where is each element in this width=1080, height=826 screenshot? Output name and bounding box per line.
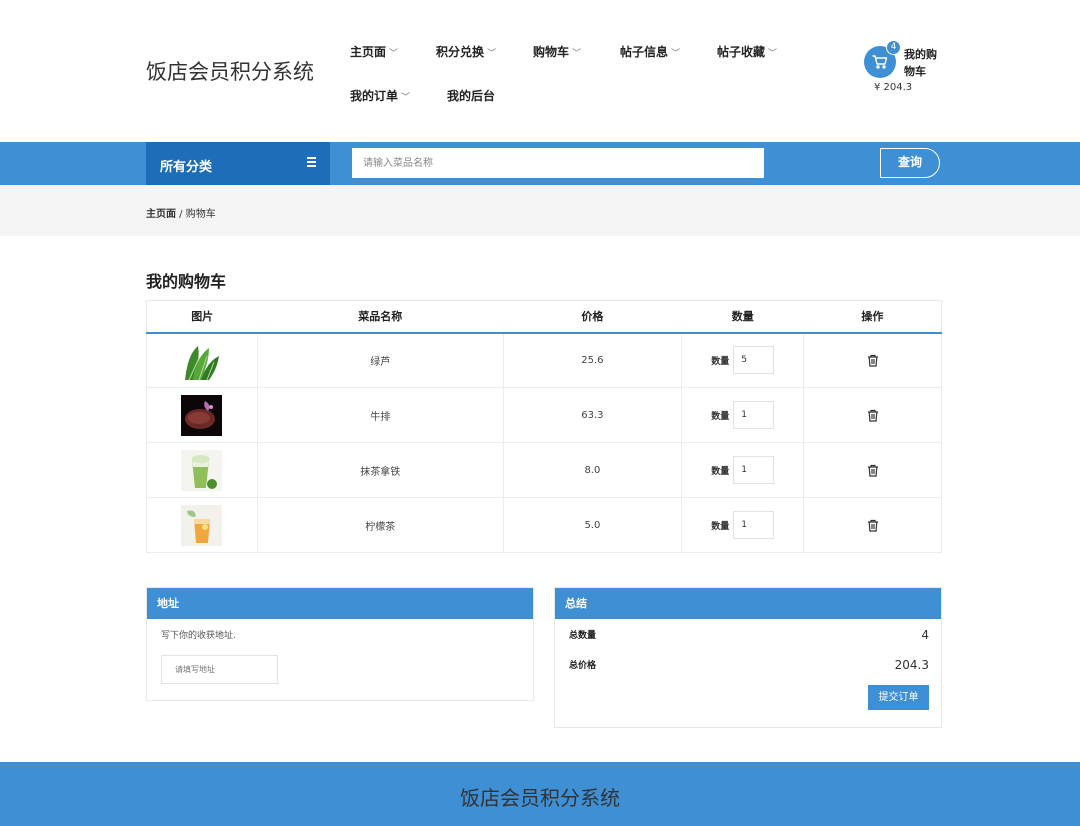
nav-label: 帖子信息 [620, 45, 669, 59]
breadcrumb-separator: / [176, 209, 186, 220]
item-name: 绿芦 [256, 332, 504, 388]
quantity-cell: 数量 [681, 332, 805, 388]
nav-item-home[interactable]: 主页面 ﹀ [350, 43, 398, 60]
nav-label: 主页面 [350, 45, 387, 59]
matcha-latte-image [181, 449, 223, 491]
table-row: 柠檬茶 5.0 数量 [146, 497, 942, 553]
column-header-price: 价格 [503, 300, 682, 334]
nav-label: 购物车 [533, 45, 570, 59]
nav-item-my-orders[interactable]: 我的订单 ﹀ [350, 87, 410, 104]
table-row: 抹茶拿铁 8.0 数量 [146, 442, 942, 498]
trash-icon[interactable] [867, 519, 879, 532]
table-row: 牛排 63.3 数量 [146, 387, 942, 443]
action-cell [803, 442, 942, 498]
nav-item-posts[interactable]: 帖子信息 ﹀ [620, 43, 680, 60]
chevron-down-icon: ﹀ [572, 49, 582, 59]
item-name: 柠檬茶 [256, 497, 504, 553]
trash-icon[interactable] [867, 464, 879, 477]
breadcrumb: 主页面 / 购物车 [146, 205, 216, 220]
chevron-down-icon: ﹀ [768, 49, 778, 59]
summary-panel-title: 总结 [555, 588, 941, 619]
column-header-quantity: 数量 [681, 300, 804, 334]
submit-order-button[interactable]: 提交订单 [868, 685, 929, 710]
cart-table: 图片 菜品名称 价格 数量 操作 绿芦 25.6 数量5 牛排 63.3 数量1… [146, 300, 942, 553]
nav-item-cart[interactable]: 购物车 ﹀ [533, 43, 581, 60]
column-header-image: 图片 [146, 300, 258, 334]
breadcrumb-home-link[interactable]: 主页面 [146, 209, 176, 220]
quantity-input[interactable] [733, 401, 775, 429]
chevron-down-icon: ﹀ [389, 49, 399, 59]
quantity-cell: 数量 [681, 497, 805, 553]
nav-item-post-favorites[interactable]: 帖子收藏 ﹀ [717, 43, 777, 60]
chevron-down-icon: ﹀ [671, 49, 681, 59]
summary-panel: 总结 总数量 4 总价格 204.3 提交订单 [554, 587, 942, 728]
action-cell [803, 332, 942, 388]
quantity-label: 数量 [711, 521, 730, 532]
chevron-down-icon: ﹀ [487, 49, 497, 59]
column-header-action: 操作 [803, 300, 942, 334]
site-footer: 饭店会员积分系统 [0, 762, 1080, 826]
search-button[interactable]: 查询 [880, 148, 940, 178]
total-price-value: 204.3 [894, 658, 929, 672]
total-quantity-value: 4 [921, 628, 929, 642]
trash-icon[interactable] [867, 354, 879, 367]
search-input[interactable] [352, 148, 764, 178]
breadcrumb-current: 购物车 [185, 209, 216, 220]
site-header: 饭店会员积分系统 主页面 ﹀ 积分兑换 ﹀ 购物车 ﹀ 帖子信息 ﹀ 帖子收藏 ﹀ 我的订… [0, 0, 1080, 142]
quantity-input[interactable] [733, 456, 775, 484]
action-cell [803, 497, 942, 553]
table-row: 绿芦 25.6 数量 [146, 332, 942, 388]
nav-label: 我的订单 [350, 89, 399, 103]
address-panel-title: 地址 [147, 588, 533, 619]
menu-icon [307, 157, 316, 167]
item-name: 牛排 [256, 387, 504, 443]
quantity-input[interactable] [733, 346, 775, 375]
cart-label[interactable]: 我的购物车 [904, 46, 944, 80]
quantity-input[interactable] [733, 511, 775, 539]
nav-label: 我的后台 [447, 89, 496, 103]
item-price: 25.6 [502, 332, 683, 388]
lemon-tea-image [181, 504, 223, 546]
address-panel: 地址 写下你的收获地址. [146, 587, 534, 701]
address-input[interactable] [161, 655, 278, 684]
image-cell [146, 332, 258, 388]
total-price-label: 总价格 [569, 661, 597, 671]
nav-label: 积分兑换 [436, 45, 485, 59]
image-cell [146, 387, 258, 443]
nav-item-points-exchange[interactable]: 积分兑换 ﹀ [436, 43, 496, 60]
nav-label: 帖子收藏 [717, 45, 766, 59]
cart-count-badge: 4 [886, 40, 901, 55]
nav-item-my-backend[interactable]: 我的后台 [447, 87, 495, 104]
steak-image [181, 394, 223, 436]
quantity-label: 数量 [711, 466, 730, 477]
green-vegetable-image [181, 339, 223, 381]
chevron-down-icon: ﹀ [401, 93, 411, 103]
item-price: 5.0 [502, 497, 683, 553]
page-title: 我的购物车 [146, 272, 227, 291]
quantity-label: 数量 [711, 411, 730, 422]
all-categories-button[interactable]: 所有分类 [146, 142, 330, 185]
image-cell [146, 442, 258, 498]
cart-icon [872, 55, 888, 69]
quantity-cell: 数量 [681, 387, 805, 443]
total-quantity-label: 总数量 [569, 631, 597, 641]
quantity-cell: 数量 [681, 442, 805, 498]
column-header-name: 菜品名称 [257, 300, 504, 334]
quantity-label: 数量 [711, 356, 730, 367]
action-cell [803, 387, 942, 443]
site-brand[interactable]: 饭店会员积分系统 [146, 56, 314, 86]
footer-brand: 饭店会员积分系统 [460, 786, 620, 810]
item-price: 8.0 [502, 442, 683, 498]
cart-total: ¥ 204.3 [874, 82, 913, 93]
breadcrumb-bar: 主页面 / 购物车 [0, 185, 1080, 236]
header-cart-widget[interactable]: 4 我的购物车 ¥ 204.3 [864, 40, 954, 100]
image-cell [146, 497, 258, 553]
table-header-row: 图片 菜品名称 价格 数量 操作 [146, 300, 942, 334]
all-categories-label: 所有分类 [160, 160, 213, 175]
trash-icon[interactable] [867, 409, 879, 422]
search-bar: 所有分类 查询 [0, 142, 1080, 185]
item-price: 63.3 [502, 387, 683, 443]
address-hint: 写下你的收获地址. [161, 631, 236, 641]
item-name: 抹茶拿铁 [256, 442, 504, 498]
